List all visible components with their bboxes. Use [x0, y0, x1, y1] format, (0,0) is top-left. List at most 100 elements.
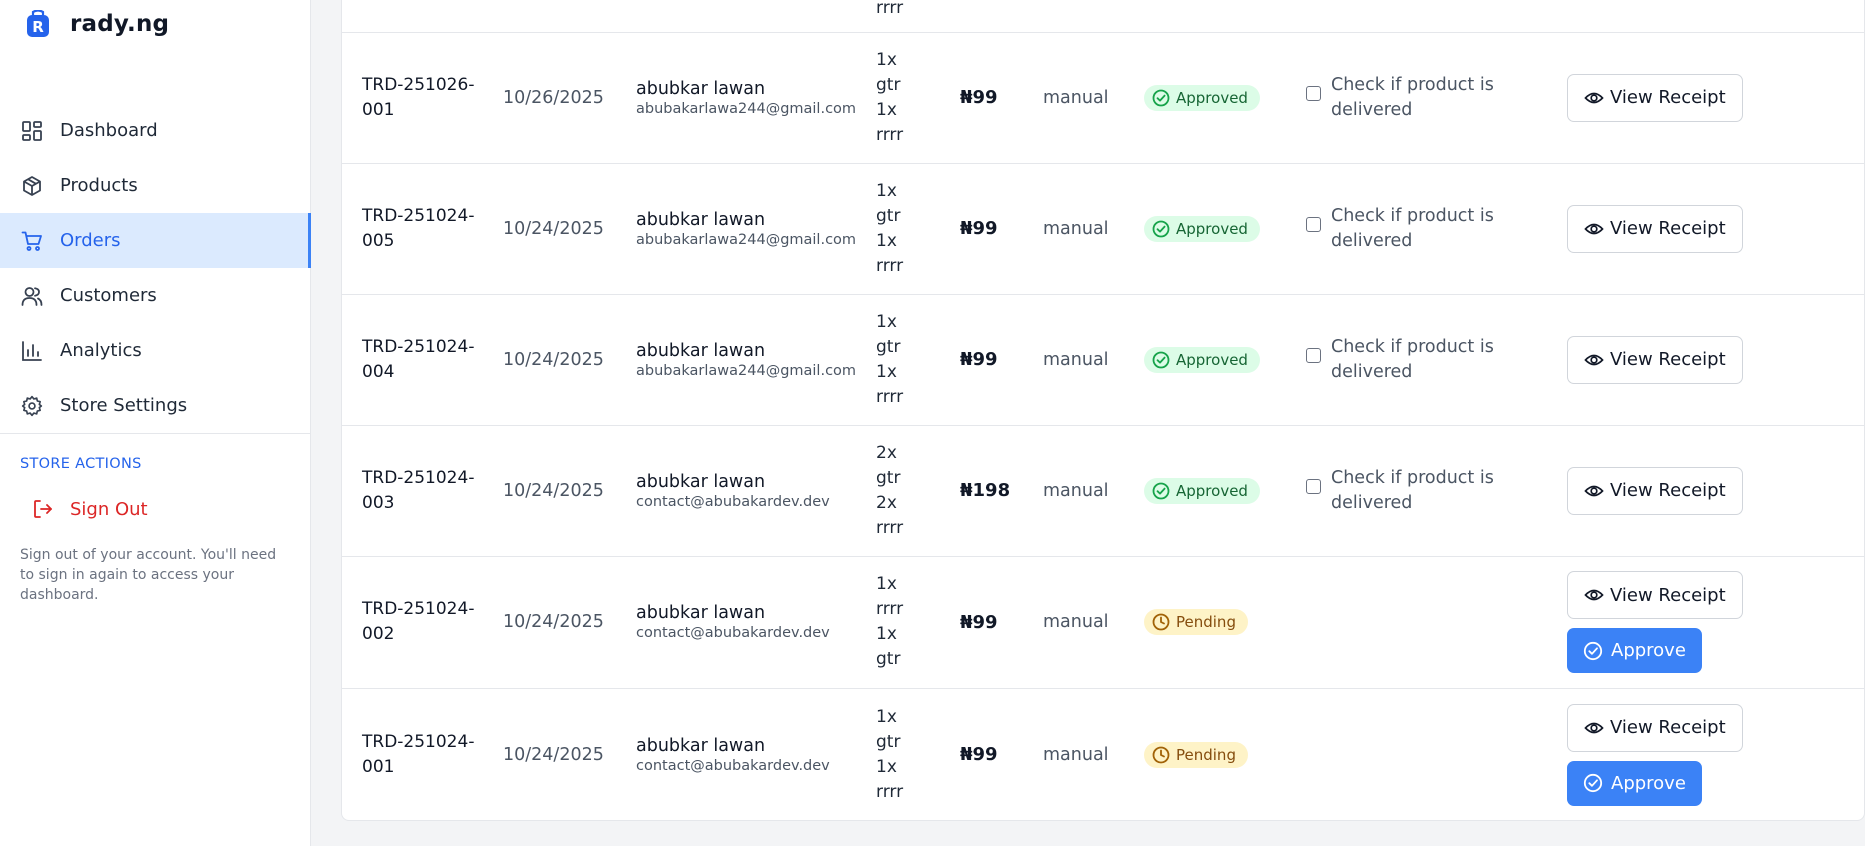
order-date: 10/24/2025 — [503, 349, 604, 370]
order-items: rrrr — [876, 0, 904, 18]
dashboard-icon — [20, 119, 44, 143]
sidebar-item-analytics[interactable]: Analytics — [0, 323, 311, 378]
order-items: 1x gtr 1x rrrr — [876, 706, 904, 802]
check-circle-icon — [1152, 220, 1170, 238]
orders-table-card: rrrr TRD-251026- 001 10/26/2025 abubkar l… — [341, 0, 1865, 821]
users-icon — [20, 284, 44, 308]
order-id: TRD-251026- 001 — [362, 74, 475, 120]
sign-out-help-text: Sign out of your account. You'll need to… — [20, 547, 277, 603]
order-items: 2x gtr 2x rrrr — [876, 442, 904, 538]
table-row: TRD-251024- 001 10/24/2025 abubkar lawan c… — [342, 688, 1864, 820]
order-items: 1x rrrr 1x gtr — [876, 574, 904, 669]
status-badge: Approved — [1144, 346, 1260, 373]
eye-icon — [1584, 219, 1604, 239]
order-id: TRD-251024- 005 — [362, 205, 475, 251]
delivered-checkbox-field: Check if product is delivered — [1306, 73, 1567, 123]
eye-icon — [1584, 585, 1604, 605]
order-total: ₦198 — [960, 480, 1011, 501]
order-customer: abubkar lawan contact@abubakardev.dev — [636, 735, 830, 774]
sidebar-item-products[interactable]: Products — [0, 158, 311, 213]
sidebar-item-label: Orders — [60, 230, 121, 251]
sidebar-item-label: Analytics — [60, 340, 142, 361]
payment-method: manual — [1043, 87, 1109, 108]
sidebar-item-customers[interactable]: Customers — [0, 268, 311, 323]
store-actions-heading: STORE ACTIONS — [20, 456, 142, 472]
svg-text:R: R — [32, 18, 44, 36]
order-items: 1x gtr 1x rrrr — [876, 180, 904, 276]
box-icon — [20, 174, 44, 198]
view-receipt-button[interactable]: View Receipt — [1567, 571, 1743, 619]
payment-method: manual — [1043, 218, 1109, 239]
order-id: TRD-251024- 001 — [362, 731, 475, 777]
sidebar-nav: Dashboard Products Orders Customers Anal… — [0, 103, 311, 433]
order-id: TRD-251024- 004 — [362, 336, 475, 382]
view-receipt-button[interactable]: View Receipt — [1567, 466, 1743, 515]
order-total: ₦99 — [960, 218, 998, 239]
view-receipt-button[interactable]: View Receipt — [1567, 335, 1743, 384]
order-total: ₦99 — [960, 349, 998, 370]
gear-icon — [20, 394, 44, 418]
sign-out-button[interactable]: Sign Out — [32, 498, 148, 520]
check-circle-icon — [1152, 351, 1170, 369]
delivered-label: Check if product is delivered — [1331, 336, 1494, 382]
delivered-checkbox[interactable] — [1306, 478, 1321, 494]
approve-button[interactable]: Approve — [1567, 628, 1702, 673]
order-items: 1x gtr 1x rrrr — [876, 311, 904, 407]
clock-icon — [1152, 613, 1170, 631]
delivered-label: Check if product is delivered — [1331, 467, 1494, 513]
status-badge: Approved — [1144, 84, 1260, 111]
order-total: ₦99 — [960, 744, 998, 766]
table-row: TRD-251024- 005 10/24/2025 abubkar lawan a… — [342, 163, 1864, 294]
order-customer: abubkar lawan abubakarlawa244@gmail.com — [636, 340, 857, 379]
order-customer: abubkar lawan abubakarlawa244@gmail.com — [636, 209, 857, 248]
order-id: TRD-251024- 002 — [362, 599, 475, 644]
payment-method: manual — [1043, 612, 1109, 632]
eye-icon — [1584, 350, 1604, 370]
brand[interactable]: R rady.ng — [26, 9, 170, 38]
table-row: TRD-251024- 003 10/24/2025 abubkar lawan c… — [342, 425, 1864, 556]
delivered-checkbox[interactable] — [1306, 216, 1321, 232]
eye-icon — [1584, 718, 1604, 738]
logo-icon: R — [26, 9, 50, 38]
order-date: 10/26/2025 — [503, 87, 604, 108]
order-total: ₦99 — [960, 87, 998, 108]
delivered-label: Check if product is delivered — [1331, 205, 1494, 251]
eye-icon — [1584, 88, 1604, 108]
approve-button[interactable]: Approve — [1567, 760, 1702, 806]
table-row: TRD-251026- 001 10/26/2025 abubkar lawan a… — [342, 32, 1864, 163]
view-receipt-button[interactable]: View Receipt — [1567, 204, 1743, 253]
view-receipt-button[interactable]: View Receipt — [1567, 73, 1743, 122]
status-badge: Pending — [1144, 741, 1248, 768]
delivered-checkbox-field: Check if product is delivered — [1306, 335, 1567, 385]
payment-method: manual — [1043, 349, 1109, 370]
sidebar-item-orders[interactable]: Orders — [0, 213, 311, 268]
payment-method: manual — [1043, 744, 1109, 765]
order-date: 10/24/2025 — [503, 480, 604, 501]
sidebar-item-dashboard[interactable]: Dashboard — [0, 103, 311, 158]
logout-icon — [32, 498, 54, 520]
bar-chart-icon — [20, 339, 44, 363]
app-name: rady.ng — [70, 11, 170, 37]
orders-table: rrrr TRD-251026- 001 10/26/2025 abubkar l… — [342, 0, 1864, 820]
order-id: TRD-251024- 003 — [362, 467, 475, 513]
delivered-checkbox[interactable] — [1306, 85, 1321, 101]
table-row-partial: rrrr — [342, 0, 1864, 32]
sidebar-item-label: Store Settings — [60, 395, 188, 416]
order-date: 10/24/2025 — [503, 744, 604, 765]
check-circle-icon — [1152, 482, 1170, 500]
order-customer: abubkar lawan contact@abubakardev.dev — [636, 471, 830, 510]
status-badge: Approved — [1144, 477, 1260, 504]
table-row: TRD-251024- 004 10/24/2025 abubkar lawan a… — [342, 294, 1864, 425]
view-receipt-button[interactable]: View Receipt — [1567, 703, 1743, 752]
sidebar-item-store-settings[interactable]: Store Settings — [0, 378, 311, 433]
check-circle-icon — [1152, 89, 1170, 107]
delivered-checkbox[interactable] — [1306, 347, 1321, 363]
sidebar-divider — [0, 433, 311, 434]
order-customer: abubkar lawan contact@abubakardev.dev — [636, 603, 830, 641]
order-items: 1x gtr 1x rrrr — [876, 49, 904, 145]
delivered-checkbox-field: Check if product is delivered — [1306, 204, 1567, 254]
payment-method: manual — [1043, 480, 1109, 501]
clock-icon — [1152, 746, 1170, 764]
order-total: ₦99 — [960, 611, 998, 633]
sidebar: R rady.ng Dashboard Products Orders Cust… — [0, 0, 311, 846]
